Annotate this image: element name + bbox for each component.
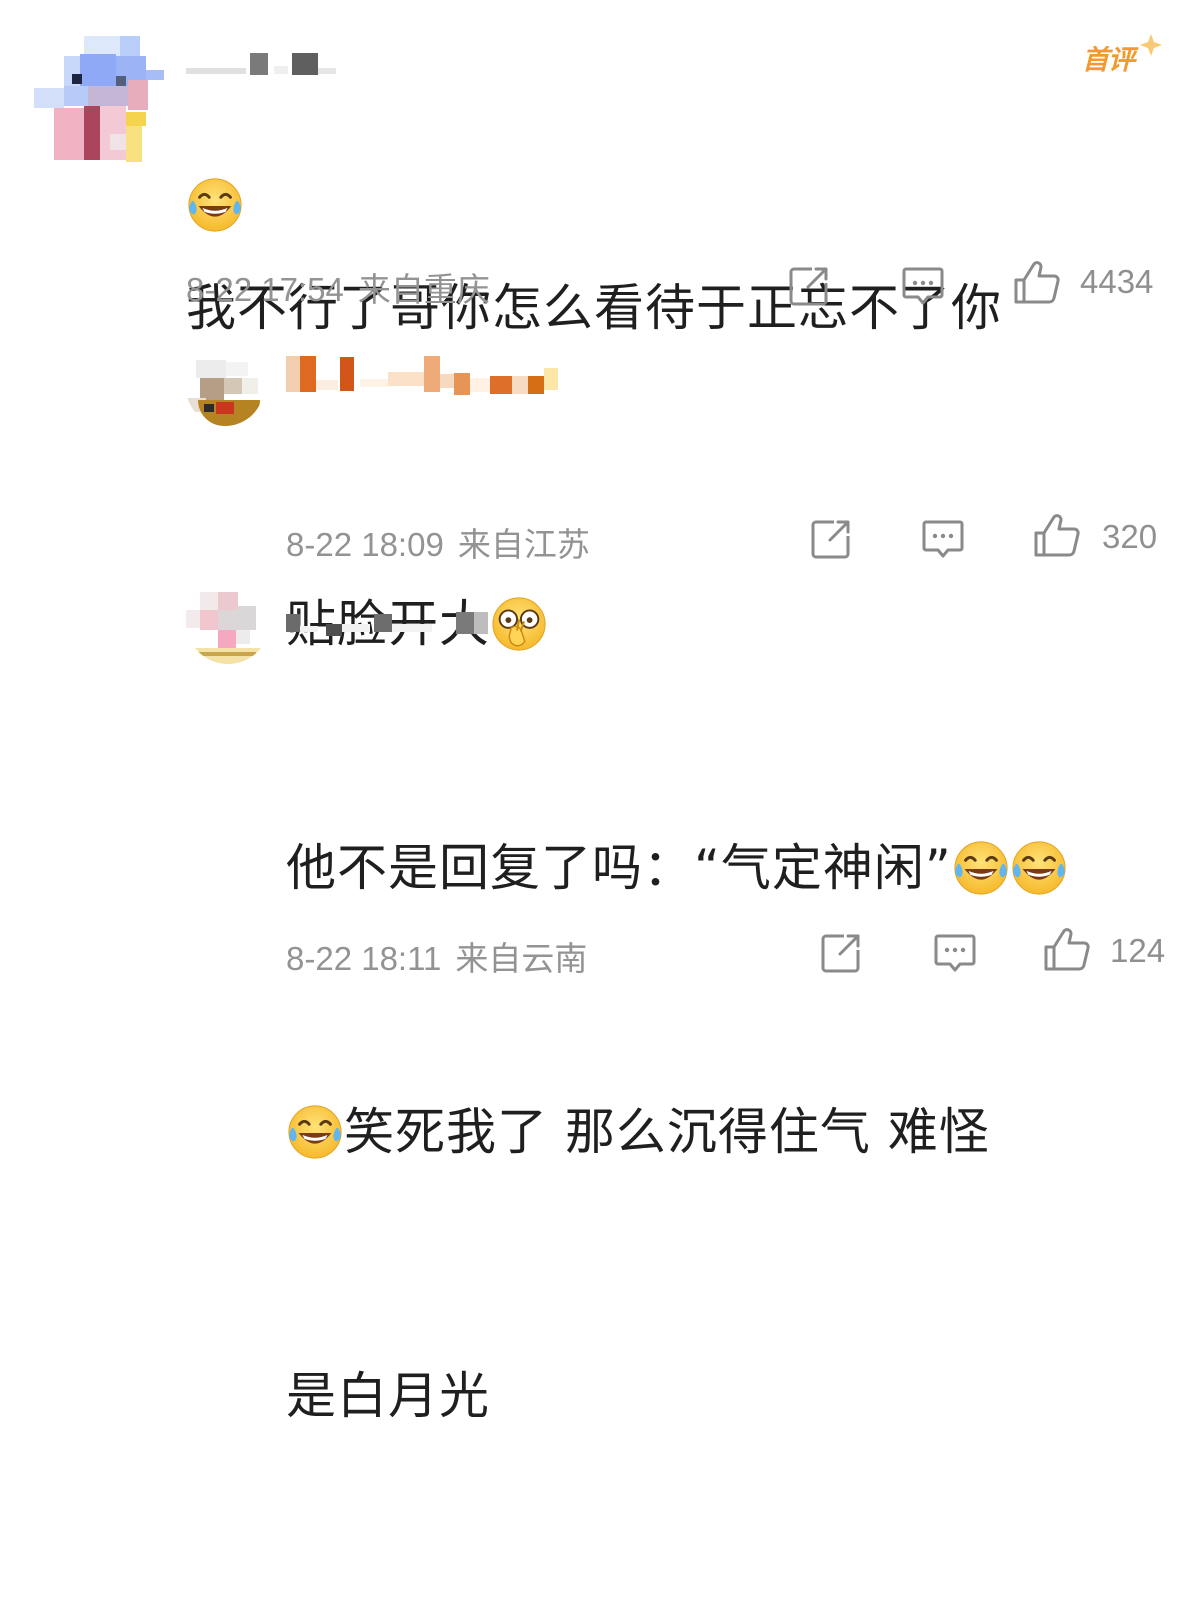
comment-meta: 8-22 18:09 来自江苏 [286, 518, 590, 566]
comment-line: 是白月光 [286, 1367, 490, 1425]
laugh-cry-emoji [186, 176, 244, 238]
like-count: 320 [1102, 518, 1158, 555]
like-icon[interactable] [1042, 925, 1092, 975]
sparkle-icon [1140, 34, 1162, 56]
comment-date: 8-22 18:11 [286, 940, 442, 977]
laugh-cry-emoji [952, 839, 1010, 897]
comment-icon[interactable] [932, 930, 978, 976]
comment-meta: 8-22 17:54 来自重庆 [186, 263, 490, 311]
comment-icon[interactable] [920, 516, 966, 562]
repost-icon[interactable] [818, 930, 864, 976]
comment-date: 8-22 17:54 [186, 271, 344, 308]
comment-location: 来自云南 [455, 940, 588, 977]
badge-label: 首评 [1082, 45, 1135, 76]
comment-location: 来自重庆 [357, 271, 490, 308]
cover-face-emoji [490, 595, 548, 653]
laugh-cry-emoji [286, 1103, 344, 1161]
comment-line: 他不是回复了吗：“气定神闲” [286, 839, 952, 897]
like-icon[interactable] [1012, 258, 1062, 308]
comment-location: 来自江苏 [457, 526, 590, 563]
comment-text: 他不是回复了吗：“气定神闲” 笑死我了 那么沉得住气 难怪 是白月光 [286, 648, 1068, 1616]
laugh-cry-emoji [1010, 839, 1068, 897]
username-redacted[interactable] [186, 52, 336, 76]
comment-date: 8-22 18:09 [286, 526, 444, 563]
repost-icon[interactable] [786, 263, 832, 309]
like-icon[interactable] [1032, 511, 1082, 561]
first-comment-badge: 首评 [1082, 32, 1162, 82]
repost-icon[interactable] [808, 516, 854, 562]
comment-meta: 8-22 18:11 来自云南 [286, 932, 587, 980]
comment-line: 笑死我了 那么沉得住气 难怪 [344, 1103, 990, 1161]
like-count: 124 [1110, 932, 1166, 969]
username-redacted[interactable] [286, 606, 488, 640]
like-count: 4434 [1080, 263, 1154, 300]
comment-icon[interactable] [900, 263, 946, 309]
username-redacted[interactable] [286, 352, 558, 396]
avatar[interactable] [34, 36, 164, 166]
avatar[interactable] [186, 592, 270, 664]
